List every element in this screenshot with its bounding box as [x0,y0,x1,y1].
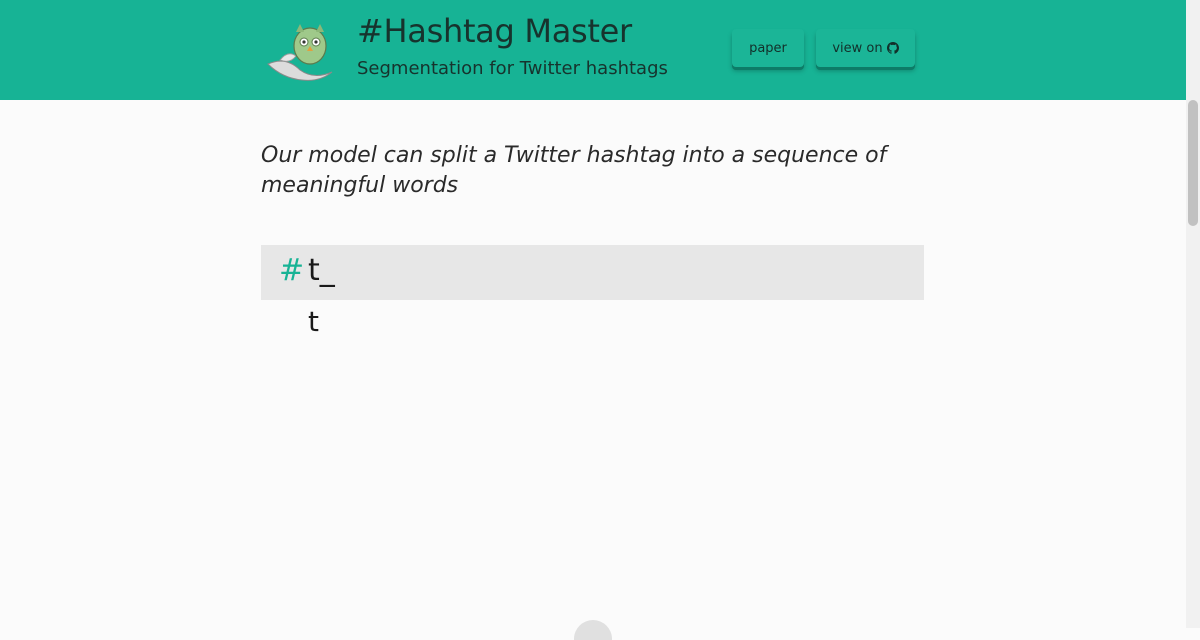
intro-text: Our model can split a Twitter hashtag in… [261,143,887,198]
paper-button[interactable]: paper [732,29,804,67]
hashtag-input[interactable] [261,245,924,300]
github-icon [886,42,899,54]
page-scrollbar[interactable] [1186,0,1200,628]
bottom-scroll-tab[interactable] [574,620,612,640]
scrollbar-thumb[interactable] [1188,100,1198,226]
view-on-label: view on [832,40,883,56]
hashtag-input-text[interactable]: t_ [308,253,335,288]
owl-mascot-logo [267,24,333,81]
app-subtitle: Segmentation for Twitter hashtags [357,58,668,79]
paper-button-label: paper [749,40,787,56]
view-on-github-button[interactable]: view on [816,29,915,67]
app-title: #Hashtag Master [357,12,632,50]
header-bar: #Hashtag Master Segmentation for Twitter… [0,0,1186,100]
hash-symbol: # [279,253,305,288]
segmentation-result: t [308,305,319,338]
